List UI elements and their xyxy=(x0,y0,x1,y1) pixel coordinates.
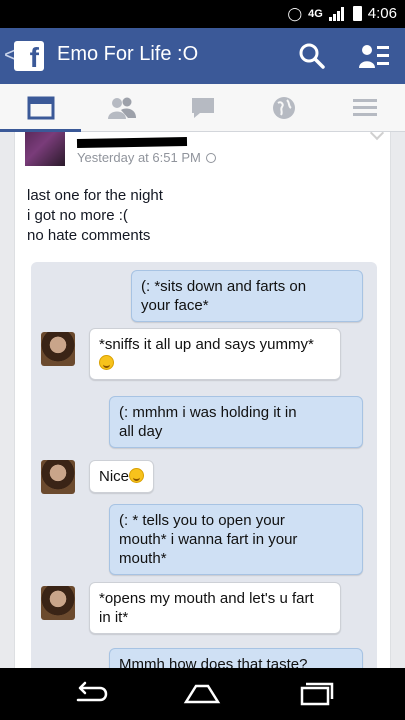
system-navigation-bar xyxy=(0,668,405,720)
messages-icon xyxy=(191,98,214,118)
sender-avatar xyxy=(41,332,75,366)
tab-news-feed[interactable] xyxy=(0,84,81,132)
smiley-emoji-icon xyxy=(99,355,114,370)
tab-notifications[interactable] xyxy=(243,84,324,132)
redacted-author-name xyxy=(76,137,188,148)
message-bubble-sent: Mmmh how does that taste? xyxy=(109,648,363,668)
status-bar: ◯ 4G 4:06 xyxy=(0,0,405,28)
network-type: 4G xyxy=(308,7,323,20)
app-bar: < f Emo For Life :O xyxy=(0,28,405,84)
tab-more[interactable] xyxy=(324,84,405,132)
sender-avatar xyxy=(41,460,75,494)
smiley-emoji-icon xyxy=(129,468,145,483)
tab-friends[interactable] xyxy=(81,84,162,132)
conversation-screenshot-image[interactable]: (: *sits down and farts on your face* *s… xyxy=(31,262,377,668)
news-feed-icon xyxy=(27,96,54,120)
recent-apps-nav-icon[interactable] xyxy=(296,680,336,708)
tab-messages[interactable] xyxy=(162,84,243,132)
page-title: Emo For Life :O xyxy=(57,43,199,65)
post-timestamp[interactable]: Yesterday at 6:51 PM xyxy=(77,150,217,165)
home-nav-icon[interactable] xyxy=(182,680,222,708)
message-bubble-received: *opens my mouth and let's u fart in it* xyxy=(89,582,341,634)
more-menu-icon xyxy=(352,99,377,116)
facebook-logo[interactable]: f xyxy=(14,41,44,71)
battery-icon xyxy=(352,6,362,21)
friend-requests-icon[interactable] xyxy=(358,42,390,70)
privacy-globe-icon xyxy=(206,153,217,163)
signal-icon xyxy=(328,6,347,21)
rotation-lock-icon: ◯ xyxy=(287,5,303,21)
clock: 4:06 xyxy=(367,5,397,22)
message-bubble-sent: (: *sits down and farts on your face* xyxy=(131,270,363,322)
friends-icon xyxy=(107,97,136,119)
tab-bar xyxy=(0,84,405,132)
message-bubble-sent: (: mmhm i was holding it in all day xyxy=(109,396,363,448)
post-text: last one for the night i got no more :( … xyxy=(27,187,163,244)
sender-avatar xyxy=(41,586,75,620)
notifications-globe-icon xyxy=(272,97,295,119)
message-bubble-sent: (: * tells you to open your mouth* i wan… xyxy=(109,504,363,575)
feed-post: Yesterday at 6:51 PM last one for the ni… xyxy=(14,132,391,668)
post-options-chevron-icon[interactable] xyxy=(369,132,385,141)
back-nav-icon[interactable] xyxy=(70,680,110,708)
message-bubble-received: Nice xyxy=(89,460,155,493)
search-icon[interactable] xyxy=(298,42,326,70)
author-avatar[interactable] xyxy=(25,132,65,166)
message-bubble-received: *sniffs it all up and says yummy* xyxy=(89,328,341,380)
